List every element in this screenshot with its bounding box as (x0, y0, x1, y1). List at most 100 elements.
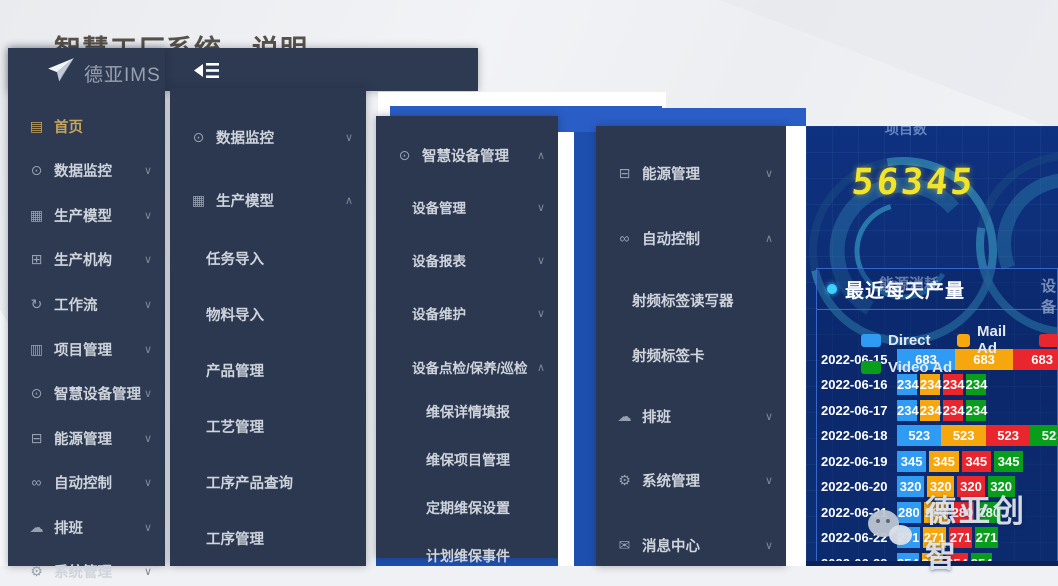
legend-item[interactable]: Video Ad (861, 359, 952, 376)
chevron-down-icon: ∨ (144, 343, 165, 356)
chevron-down-icon: ∨ (144, 253, 165, 266)
gear-icon: ⚙ (28, 563, 45, 580)
menu-item-rfid-card[interactable]: 射频标签卡 (596, 340, 786, 370)
window-fragment (558, 132, 574, 566)
bar-segment: 234 (966, 400, 986, 421)
bar-segment: 234 (966, 374, 986, 395)
menu-item-message-center[interactable]: ✉消息中心∨ (596, 530, 786, 560)
menu-item-data-monitor[interactable]: ⊙数据监控∨ (8, 155, 165, 185)
app-logo-text: 德亚IMS (84, 60, 161, 87)
menu-item-smart-device[interactable]: ⊙智慧设备管理∨ (8, 378, 165, 408)
chevron-down-icon: ∨ (144, 521, 165, 534)
bar-segment: 523 (1030, 425, 1058, 446)
production-model-icon: ▦ (190, 192, 207, 209)
menu-item-home[interactable]: ▤首页 (8, 111, 165, 141)
menu-item-auto-control[interactable]: ∞自动控制∧ (596, 223, 786, 253)
menu-item-schedule[interactable]: ☁排班∨ (596, 401, 786, 431)
production-model-icon: ▦ (28, 207, 45, 224)
bar-segment: 345 (929, 451, 958, 472)
bar-segment: 345 (994, 451, 1023, 472)
auto-control-icon: ∞ (28, 474, 45, 490)
menu-item-device-inspection[interactable]: 设备点检/保养/巡检∧ (376, 352, 558, 382)
menu-item-label: 数据监控 (54, 160, 112, 181)
menu-item-process-mgmt[interactable]: 工序管理 (170, 523, 366, 553)
legend-item[interactable]: A (1039, 323, 1058, 357)
bar-segment: 234 (897, 374, 917, 395)
menu-item-label: 能源管理 (642, 163, 700, 184)
energy-control-menu-panel: ⊟能源管理∨∞自动控制∧射频标签读写器射频标签卡☁排班∨⚙系统管理∨✉消息中心∨ (596, 126, 786, 566)
menu-item-task-import[interactable]: 任务导入 (170, 243, 366, 273)
collapse-sidebar-icon[interactable] (193, 60, 220, 86)
menu-item-maint-detail[interactable]: 维保详情填报 (376, 397, 558, 427)
chevron-down-icon: ∨ (144, 209, 165, 222)
production-model-menu-panel: ⊙ 数据监控 ∨ ▦生产模型∧ 任务导入物料导入产品管理工艺管理工序产品查询工序管理 (170, 88, 366, 566)
chevron-down-icon: ∨ (345, 131, 366, 144)
bar-segment: 523 (897, 425, 941, 446)
menu-item-rfid-reader[interactable]: 射频标签读写器 (596, 285, 786, 315)
legend-item[interactable]: Mail Ad (957, 323, 1013, 357)
legend-item[interactable]: Direct (861, 323, 931, 357)
bar-segment: 234 (897, 400, 917, 421)
menu-item-label: 物料导入 (206, 304, 264, 325)
menu-item-craft-mgmt[interactable]: 工艺管理 (170, 411, 366, 441)
chevron-down-icon: ∨ (144, 387, 165, 400)
menu-item-process-product-query[interactable]: 工序产品查询 (170, 467, 366, 497)
menu-item-data-monitor[interactable]: ⊙ 数据监控 ∨ (170, 122, 366, 152)
chart-row-date: 2022-06-19 (817, 454, 895, 469)
menu-item-label: 系统管理 (54, 561, 112, 582)
menu-item-production-model[interactable]: ▦生产模型∨ (8, 200, 165, 230)
menu-item-maint-project[interactable]: 维保项目管理 (376, 445, 558, 475)
menu-item-production-model[interactable]: ▦生产模型∧ (170, 185, 366, 215)
chevron-up-icon: ∧ (345, 194, 366, 207)
menu-item-device-maintain[interactable]: 设备维护∨ (376, 298, 558, 328)
dashboard-fragment (662, 108, 806, 126)
menu-item-energy[interactable]: ⊟能源管理∨ (596, 158, 786, 188)
chart-legend: Direct Mail Ad A (861, 323, 1058, 357)
menu-item-device-mgmt[interactable]: 设备管理∨ (376, 192, 558, 222)
legend-swatch-icon (861, 361, 881, 374)
menu-item-label: 系统管理 (642, 470, 700, 491)
menu-item-label: 数据监控 (216, 127, 274, 148)
chevron-down-icon: ∨ (144, 565, 165, 578)
bar-segment: 345 (897, 451, 926, 472)
chevron-down-icon: ∨ (144, 164, 165, 177)
menu-item-product-mgmt[interactable]: 产品管理 (170, 355, 366, 385)
menu-item-material-import[interactable]: 物料导入 (170, 299, 366, 329)
menu-item-label: 射频标签卡 (632, 345, 705, 366)
menu-item-device-report[interactable]: 设备报表∨ (376, 245, 558, 275)
chart-row: 2022-06-18523523523523 (817, 425, 1057, 447)
menu-item-energy[interactable]: ⊟能源管理∨ (8, 423, 165, 453)
menu-item-label: 设备维护 (412, 303, 466, 323)
chevron-down-icon: ∨ (537, 201, 558, 214)
legend-label: Mail Ad (977, 323, 1013, 357)
menu-item-schedule[interactable]: ☁排班∨ (8, 512, 165, 542)
stacked-bar: 234234234234 (897, 374, 989, 396)
menu-item-production-org[interactable]: ⊞生产机构∨ (8, 244, 165, 274)
menu-item-label: 任务导入 (206, 248, 264, 269)
menu-item-workflow[interactable]: ↻工作流∨ (8, 289, 165, 319)
workflow-icon: ↻ (28, 296, 45, 313)
menu-item-label: 产品管理 (206, 360, 264, 381)
stat-label: 项目数 (806, 126, 1006, 139)
watermark: 德亚创智 (868, 486, 1058, 576)
chart-panel-title: 最近每天产量 (845, 276, 965, 303)
legend-swatch-icon (861, 334, 881, 347)
menu-item-system[interactable]: ⚙ 系统管理 ∨ (8, 556, 165, 586)
menu-item-smart-device[interactable]: ⊙智慧设备管理∧ (376, 140, 558, 170)
menu-item-project[interactable]: ▥项目管理∨ (8, 334, 165, 364)
menu-item-system[interactable]: ⚙系统管理∨ (596, 465, 786, 495)
data-monitor-icon: ⊙ (190, 129, 207, 146)
menu-item-auto-control[interactable]: ∞自动控制∨ (8, 467, 165, 497)
menu-item-label: 消息中心 (642, 535, 700, 556)
chevron-down-icon: ∨ (144, 298, 165, 311)
bar-segment: 234 (943, 400, 963, 421)
menu-item-label: 项目管理 (54, 339, 112, 360)
app-logo: 德亚IMS (46, 57, 161, 90)
chevron-up-icon: ∧ (765, 232, 786, 245)
menu-item-label: 定期维保设置 (426, 498, 510, 518)
bar-segment: 234 (920, 400, 940, 421)
menu-item-maint-plan[interactable]: 计划维保事件 (376, 541, 558, 571)
chevron-down-icon: ∨ (765, 167, 786, 180)
menu-item-maint-periodic[interactable]: 定期维保设置 (376, 493, 558, 523)
wechat-icon (868, 510, 915, 552)
